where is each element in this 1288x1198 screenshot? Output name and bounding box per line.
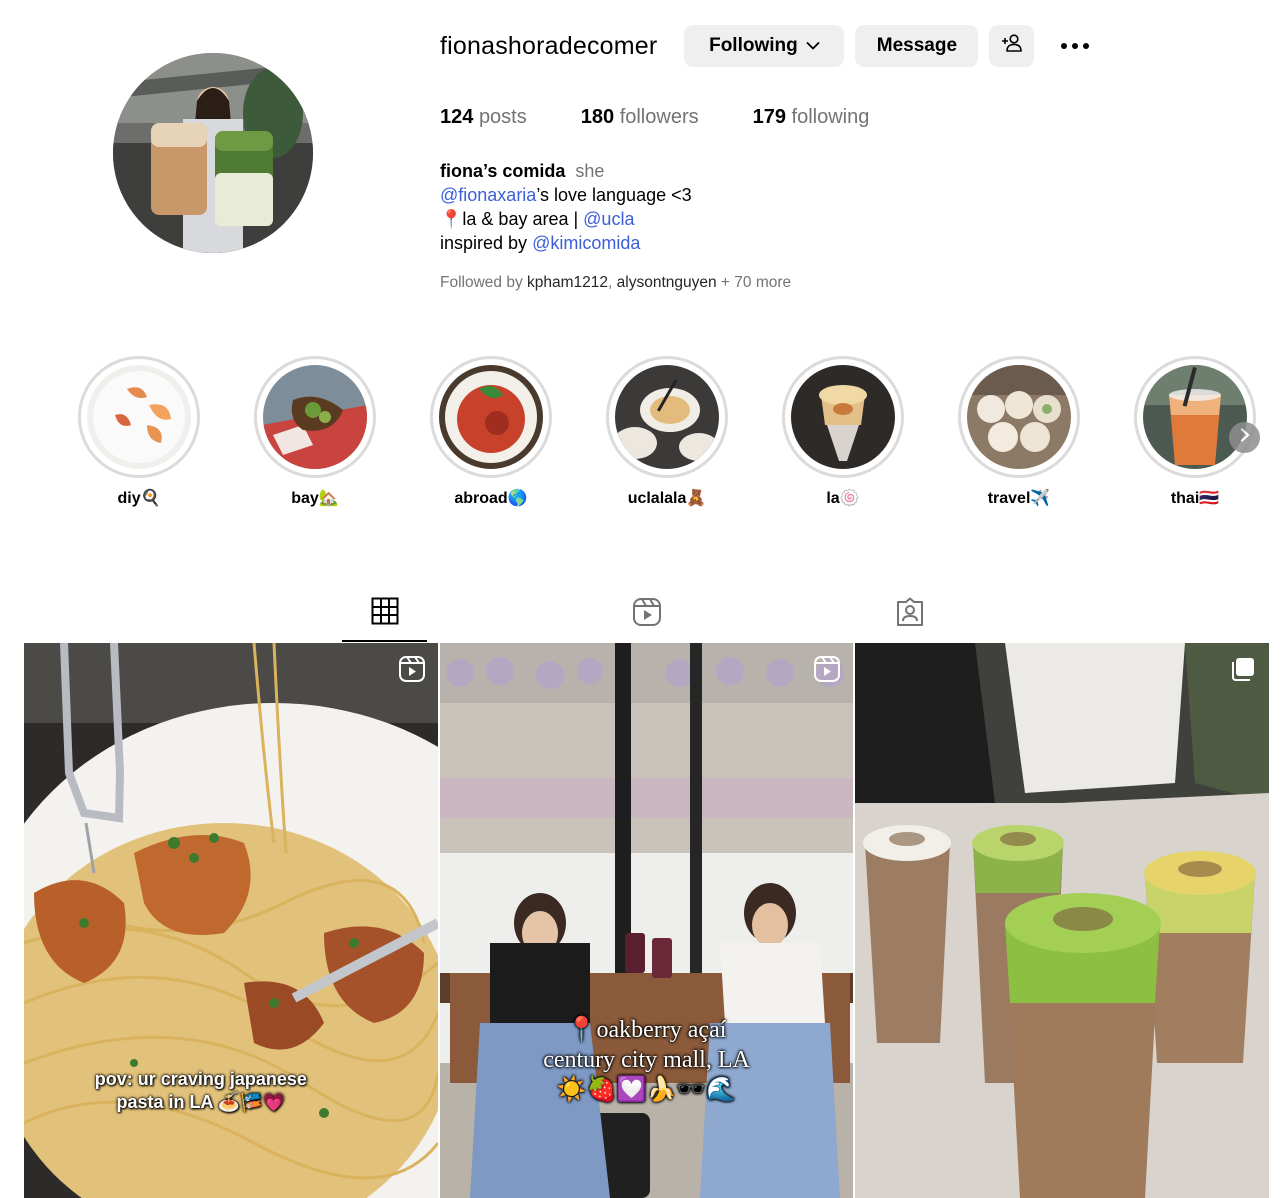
- reel-icon: [398, 655, 426, 683]
- reels-icon: [632, 597, 662, 632]
- caption-line-1: 📍oakberry açaí: [566, 1017, 727, 1043]
- bio-mention-kimicomida[interactable]: @kimicomida: [532, 233, 640, 253]
- profile-stats: 124 posts 180 followers 179 following: [440, 106, 923, 129]
- profile-tabs: [24, 592, 1269, 642]
- followed-by-prefix: Followed by: [440, 274, 528, 291]
- post-tile[interactable]: pov: ur craving japanese pasta in LA 🍝🎏💗: [24, 643, 438, 1198]
- highlight-label: abroad🌎: [454, 490, 528, 507]
- reel-icon: [813, 655, 841, 683]
- post-image: [24, 643, 438, 1198]
- message-button-label: Message: [876, 35, 958, 56]
- post-tile[interactable]: [855, 643, 1270, 1198]
- tab-tagged[interactable]: [867, 592, 952, 642]
- posts-label: posts: [478, 106, 527, 128]
- highlight-label: thai🇹🇭: [1170, 490, 1220, 507]
- display-name: fiona’s comida: [440, 161, 566, 181]
- followed-by-user-2: alysontnguyen: [616, 274, 717, 291]
- highlight-ring: [78, 356, 200, 478]
- profile-bio: fiona’s comida she @fionaxaria’s love lan…: [440, 159, 692, 255]
- highlight-ring: [430, 356, 552, 478]
- highlight-label: travel✈️: [987, 490, 1051, 507]
- caption-line-2: century city mall, LA: [543, 1047, 750, 1073]
- highlight-label: bay🏡: [291, 490, 339, 507]
- profile-avatar[interactable]: [113, 53, 313, 253]
- highlight-label: uclalala🧸: [627, 490, 707, 507]
- highlight-travel[interactable]: travel✈️: [958, 356, 1080, 508]
- post-caption: pov: ur craving japanese pasta in LA 🍝🎏💗: [24, 1068, 408, 1114]
- following-label: following: [791, 106, 870, 128]
- posts-grid: pov: ur craving japanese pasta in LA 🍝🎏💗: [24, 643, 1270, 1198]
- bio-line-3: inspired by @kimicomida: [440, 231, 692, 255]
- highlight-abroad[interactable]: abroad🌎: [430, 356, 552, 508]
- highlight-ring: [254, 356, 376, 478]
- bio-name-line: fiona’s comida she: [440, 159, 692, 183]
- posts-count: 124: [440, 106, 474, 128]
- highlight-bay[interactable]: bay🏡: [254, 356, 376, 508]
- caption-line-2: pasta in LA 🍝🎏💗: [116, 1092, 286, 1112]
- highlight-cover: [791, 365, 895, 469]
- more-options-button[interactable]: [1055, 26, 1095, 66]
- highlights-next-button[interactable]: [1229, 422, 1260, 453]
- more-dots-icon: [1060, 37, 1090, 55]
- message-button[interactable]: Message: [855, 25, 979, 67]
- highlight-cover: [615, 365, 719, 469]
- posts-stat: 124 posts: [440, 106, 527, 129]
- profile-header-row: fionashoradecomer Following Message: [440, 24, 1095, 68]
- following-button[interactable]: Following: [684, 25, 845, 67]
- followed-by[interactable]: Followed by kpham1212, alysontnguyen + 7…: [440, 274, 791, 292]
- bio-line-2-text: 📍la & bay area |: [440, 209, 584, 229]
- highlight-ring: [958, 356, 1080, 478]
- username: fionashoradecomer: [440, 31, 658, 60]
- highlight-cover: [439, 365, 543, 469]
- bio-mention-ucla[interactable]: @ucla: [583, 209, 634, 229]
- followed-by-suffix: + 70 more: [716, 274, 792, 291]
- chevron-down-icon: [806, 35, 820, 57]
- following-stat[interactable]: 179 following: [753, 106, 870, 129]
- bio-mention-fionaxaria[interactable]: @fionaxaria: [440, 185, 536, 205]
- following-count: 179: [752, 106, 786, 128]
- followed-by-user-1: kpham1212: [527, 274, 609, 291]
- tab-reels[interactable]: [604, 592, 689, 642]
- post-image: [855, 643, 1270, 1198]
- chevron-right-icon: [1239, 428, 1251, 447]
- highlight-ring: [606, 356, 728, 478]
- highlight-cover: [87, 365, 191, 469]
- caption-line-1: pov: ur craving japanese: [94, 1069, 307, 1089]
- grid-icon: [371, 597, 399, 630]
- carousel-icon: [1229, 655, 1257, 683]
- followers-count: 180: [580, 106, 615, 128]
- highlight-diy[interactable]: diy🍳: [78, 356, 200, 508]
- bio-line-3-text: inspired by: [440, 233, 533, 253]
- followers-stat[interactable]: 180 followers: [581, 106, 699, 129]
- add-user-icon: [1001, 33, 1023, 59]
- highlight-uclalala[interactable]: uclalala🧸: [606, 356, 728, 508]
- highlight-label: diy🍳: [117, 490, 161, 507]
- highlight-cover: [263, 365, 367, 469]
- tagged-icon: [895, 597, 925, 632]
- story-highlights: diy🍳 bay🏡 abroad🌎 uclalala🧸 la🍥 travel✈️: [78, 356, 1268, 516]
- caption-line-3: ☀️🍓💟🍌🕶️🌊: [556, 1077, 737, 1103]
- followers-label: followers: [619, 106, 699, 128]
- followed-by-sep: ,: [608, 274, 617, 291]
- post-caption: 📍oakberry açaí century city mall, LA ☀️🍓…: [440, 1015, 854, 1105]
- following-button-label: Following: [709, 35, 798, 56]
- highlight-cover: [967, 365, 1071, 469]
- bio-line-1-text: ’s love language <3: [536, 185, 692, 205]
- suggest-people-button[interactable]: [989, 25, 1035, 67]
- highlight-label: la🍥: [826, 490, 860, 507]
- bio-line-2: 📍la & bay area | @ucla: [440, 207, 692, 231]
- post-tile[interactable]: 📍oakberry açaí century city mall, LA ☀️🍓…: [439, 643, 854, 1198]
- tab-posts[interactable]: [342, 592, 427, 642]
- post-image: [439, 643, 854, 1198]
- bio-line-1: @fionaxaria’s love language <3: [440, 183, 692, 207]
- highlight-la[interactable]: la🍥: [782, 356, 904, 508]
- highlight-ring: [782, 356, 904, 478]
- highlight-cover: [1143, 365, 1247, 469]
- pronoun: she: [575, 161, 605, 181]
- highlight-ring: [1134, 356, 1256, 478]
